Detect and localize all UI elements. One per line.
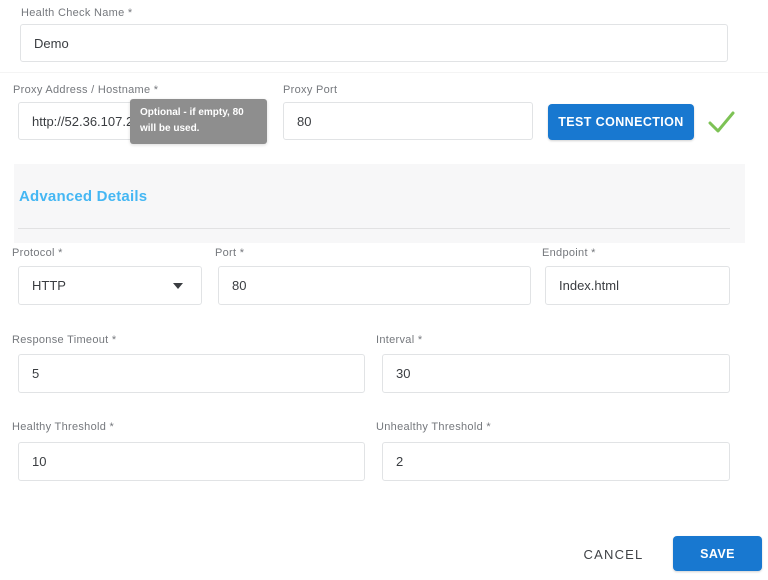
- health-check-name-input[interactable]: [20, 24, 728, 62]
- health-check-name-label: Health Check Name *: [21, 7, 132, 19]
- proxy-address-label: Proxy Address / Hostname *: [13, 84, 158, 96]
- save-button[interactable]: SAVE: [673, 536, 762, 571]
- healthy-threshold-label: Healthy Threshold *: [12, 421, 114, 433]
- unhealthy-threshold-input[interactable]: [382, 442, 730, 481]
- proxy-port-tooltip: Optional - if empty, 80 will be used.: [130, 99, 267, 144]
- proxy-port-label: Proxy Port: [283, 84, 337, 96]
- endpoint-input[interactable]: [545, 266, 730, 305]
- interval-label: Interval *: [376, 334, 422, 346]
- unhealthy-threshold-label: Unhealthy Threshold *: [376, 421, 491, 433]
- response-timeout-input[interactable]: [18, 354, 365, 393]
- port-input[interactable]: [218, 266, 531, 305]
- test-connection-button[interactable]: TEST CONNECTION: [548, 104, 694, 140]
- row-divider: [0, 72, 768, 73]
- success-check-icon: [708, 111, 735, 139]
- interval-input[interactable]: [382, 354, 730, 393]
- section-divider: [18, 228, 730, 229]
- protocol-select[interactable]: HTTP: [18, 266, 202, 305]
- health-check-form: Health Check Name * Proxy Address / Host…: [0, 0, 768, 580]
- advanced-details-title: Advanced Details: [19, 188, 147, 205]
- endpoint-label: Endpoint *: [542, 247, 596, 259]
- chevron-down-icon: [173, 283, 183, 289]
- protocol-selected-value: HTTP: [32, 278, 66, 293]
- cancel-button[interactable]: CANCEL: [577, 541, 650, 567]
- response-timeout-label: Response Timeout *: [12, 334, 116, 346]
- port-label: Port *: [215, 247, 244, 259]
- protocol-label: Protocol *: [12, 247, 63, 259]
- healthy-threshold-input[interactable]: [18, 442, 365, 481]
- proxy-port-input[interactable]: [283, 102, 533, 140]
